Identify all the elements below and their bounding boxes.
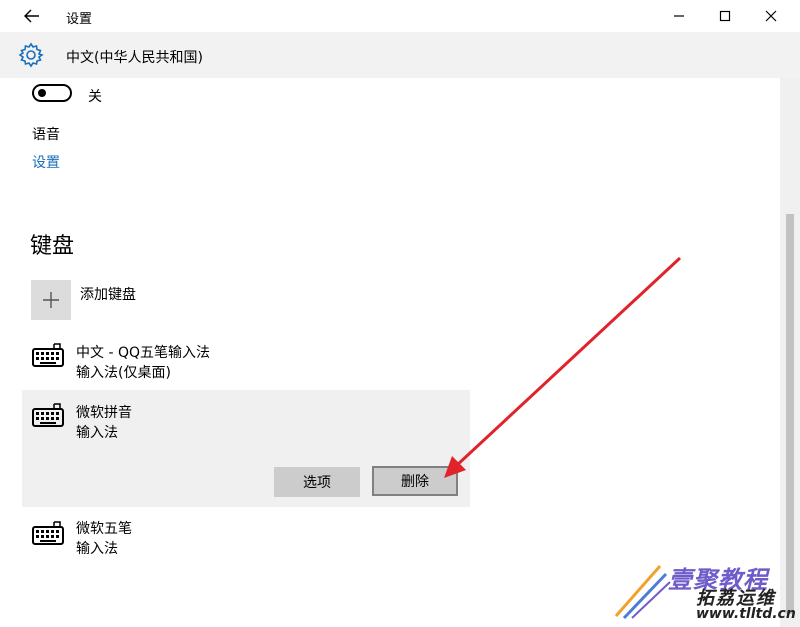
watermark-swoosh-icon bbox=[614, 565, 671, 620]
annotation-arrow bbox=[444, 256, 682, 478]
watermark-text-3: www.tlltd.cn bbox=[696, 606, 796, 622]
watermark-logo: 壹聚教程 拓荔运维 www.tlltd.cn bbox=[612, 556, 800, 627]
